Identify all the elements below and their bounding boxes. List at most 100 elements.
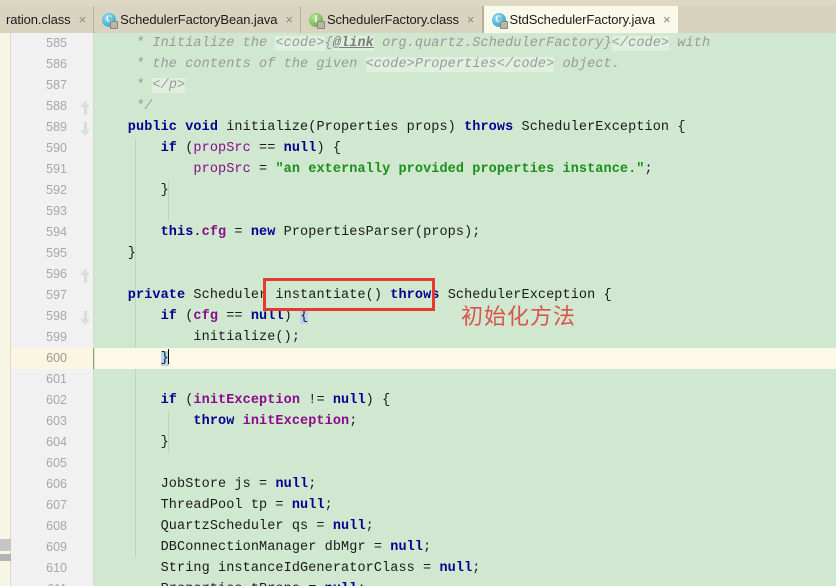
- chevron-down-icon: [80, 130, 90, 136]
- fold-stem: [84, 274, 87, 283]
- chevron-down-icon: [80, 319, 90, 325]
- left-scrollbar[interactable]: [0, 33, 11, 586]
- tab-ration-class[interactable]: ration.class ×: [0, 6, 95, 33]
- java-class-icon: C: [491, 12, 508, 29]
- token-plain: ;: [357, 582, 365, 586]
- code-line: DBConnectionManager dbMgr = null;: [95, 537, 836, 558]
- current-line-fold-marker: [76, 348, 94, 369]
- token-keyword: null: [291, 498, 325, 513]
- tab-schedulerfactorybean-java[interactable]: C SchedulerFactoryBean.java ×: [94, 6, 301, 33]
- token-plain: }: [95, 183, 169, 198]
- token-keyword: this: [95, 225, 194, 240]
- code-line: propSrc = "an externally provided proper…: [95, 159, 836, 180]
- close-icon[interactable]: ×: [467, 13, 475, 26]
- code-folding-strip[interactable]: [76, 33, 94, 586]
- token-plain: =: [226, 225, 251, 240]
- line-number: 609: [46, 540, 67, 554]
- line-number: 594: [46, 225, 67, 239]
- token-plain: initialize();: [95, 330, 301, 345]
- code-line: public void initialize(Properties props)…: [95, 117, 836, 138]
- lock-icon: [110, 20, 119, 29]
- token-plain: ==: [250, 141, 284, 156]
- token-plain: ThreadPool tp =: [95, 498, 292, 513]
- line-number: 604: [46, 435, 67, 449]
- fold-expand-icon[interactable]: [80, 122, 91, 136]
- line-number: 593: [46, 204, 67, 218]
- token-matching-brace: {: [300, 309, 309, 324]
- fold-collapse-icon[interactable]: [80, 269, 91, 283]
- lock-icon: [316, 20, 325, 29]
- token-field: cfg: [201, 225, 227, 240]
- line-number: 591: [46, 162, 67, 176]
- token-plain: ;: [365, 519, 374, 534]
- line-number: 607: [46, 498, 67, 512]
- token-keyword: throws: [464, 120, 522, 135]
- fold-expand-icon[interactable]: [80, 311, 91, 325]
- line-number: 587: [46, 78, 67, 92]
- line-number: 603: [46, 414, 67, 428]
- token-comment: org.quartz.SchedulerFactory}: [373, 36, 612, 51]
- line-number: 605: [46, 456, 67, 470]
- line-number: 608: [46, 519, 67, 533]
- code-line: if (initException != null) {: [95, 390, 836, 411]
- tab-schedulerfactory-class[interactable]: I SchedulerFactory.class ×: [300, 6, 483, 33]
- line-number: 597: [46, 288, 67, 302]
- token-keyword: private: [95, 288, 194, 303]
- token-comment-tag: </p>: [152, 78, 186, 93]
- token-plain: !=: [300, 393, 333, 408]
- scrollbar-thumb[interactable]: [0, 539, 11, 551]
- token-plain: String instanceIdGeneratorClass =: [95, 561, 440, 576]
- code-line: Properties tProps = null;: [95, 579, 836, 586]
- token-plain: SchedulerException {: [447, 288, 612, 303]
- token-keyword: null: [275, 477, 309, 492]
- token-comment-tag: <code>: [275, 36, 325, 51]
- token-plain: ;: [472, 561, 481, 576]
- token-keyword: null: [390, 540, 424, 555]
- close-icon[interactable]: ×: [79, 13, 87, 26]
- code-line: JobStore js = null;: [95, 474, 836, 495]
- token-plain: ) {: [365, 393, 391, 408]
- line-number: 595: [46, 246, 67, 260]
- token-comment: * Initialize the: [95, 36, 276, 51]
- close-icon[interactable]: ×: [285, 13, 293, 26]
- annotation-note-text: 初始化方法: [461, 305, 577, 330]
- scrollbar-thumb-secondary[interactable]: [0, 554, 11, 561]
- line-number: 598: [46, 309, 67, 323]
- chevron-up-icon: [80, 101, 90, 107]
- token-plain: PropertiesParser(props);: [283, 225, 481, 240]
- code-editor[interactable]: 585 586 587 588 589 590 591 592 593 594 595 596 597 5…: [0, 33, 836, 586]
- code-line: */: [95, 96, 836, 117]
- token-plain: ;: [644, 162, 653, 177]
- token-keyword: throws: [390, 288, 448, 303]
- code-line: ThreadPool tp = null;: [95, 495, 836, 516]
- token-plain: ) {: [316, 141, 342, 156]
- close-icon[interactable]: ×: [663, 13, 671, 26]
- token-field: initException: [242, 414, 350, 429]
- code-line: }: [95, 180, 836, 201]
- token-comment: object.: [554, 57, 620, 72]
- token-comment-tag: </code>: [611, 36, 670, 51]
- line-number: 586: [46, 57, 67, 71]
- fold-collapse-icon[interactable]: [80, 101, 91, 115]
- token-keyword: null: [283, 141, 317, 156]
- line-number: 592: [46, 183, 67, 197]
- token-plain: Scheduler instantiate(): [193, 288, 391, 303]
- token-field: propSrc: [193, 162, 251, 177]
- token-plain: SchedulerException {: [521, 120, 686, 135]
- code-line: String instanceIdGeneratorClass = null;: [95, 558, 836, 579]
- tab-label: SchedulerFactory.class: [326, 12, 459, 27]
- token-comment-tag: <code>Properties</code>: [365, 57, 555, 72]
- code-line: * the contents of the given <code>Proper…: [95, 54, 836, 75]
- token-plain: ==: [218, 309, 251, 324]
- token-keyword: null: [325, 582, 358, 586]
- tab-stdschedulerfactory-java[interactable]: C StdSchedulerFactory.java ×: [482, 6, 678, 33]
- line-number: 590: [46, 141, 67, 155]
- lock-icon: [499, 20, 508, 29]
- token-plain: ;: [349, 414, 358, 429]
- token-keyword: null: [332, 519, 366, 534]
- token-javadoc-link: @link: [332, 36, 374, 51]
- token-field: propSrc: [193, 141, 251, 156]
